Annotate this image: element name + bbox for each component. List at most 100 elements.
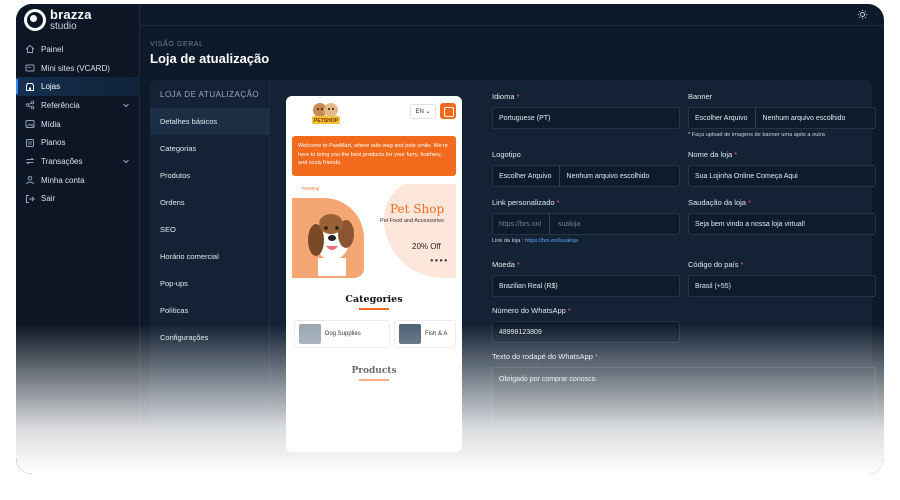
codigo-pais-field: Código do país * Brasil (+55) xyxy=(688,260,876,297)
sidebar-item-planos[interactable]: Planos xyxy=(16,133,140,152)
subnav-item-horario-comercial[interactable]: Horário comercial xyxy=(150,243,269,270)
store-form: Idioma * Portuguese (PT) Banner Escolher… xyxy=(484,80,876,430)
idioma-label: Idioma * xyxy=(492,92,520,101)
language-value: EN xyxy=(415,108,424,115)
sidebar-item-minha-conta[interactable]: Minha conta xyxy=(16,171,140,190)
whatsapp-field: Número do WhatsApp * 48998123809 xyxy=(492,306,680,343)
welcome-message: Welcome to PawMart, where tails wag and … xyxy=(292,136,456,176)
language-select[interactable]: EN ⌄ xyxy=(410,104,436,119)
banner-field: Banner Escolher Arquivo Nenhum arquivo e… xyxy=(688,92,876,138)
banner-choose-button[interactable]: Escolher Arquivo xyxy=(695,108,756,128)
app-window: brazza studio Painel Mini sites (VCARD) … xyxy=(16,4,884,474)
subnav-item-pop-ups[interactable]: Pop-ups xyxy=(150,270,269,297)
plans-icon xyxy=(26,138,34,147)
banner-subtitle: Pet Food and Accessories xyxy=(380,218,444,224)
subnav-item-politicas[interactable]: Políticas xyxy=(150,297,269,324)
brand-name: brazza xyxy=(50,7,92,22)
moeda-label-text: Moeda xyxy=(492,260,515,269)
moeda-label: Moeda * xyxy=(492,260,520,269)
banner-offer: 20% Off xyxy=(412,242,441,251)
link-input[interactable]: https://brs.onl sualoja xyxy=(492,213,680,235)
chevron-down-icon xyxy=(123,159,129,164)
image-icon xyxy=(25,120,35,129)
link-field: Link personalizado * https://brs.onl sua… xyxy=(492,198,680,244)
nome-loja-input[interactable]: Sua Lojinha Online Começa Aqui xyxy=(688,165,876,187)
rodape-textarea[interactable]: Obrigado por comprar conosco. xyxy=(492,367,876,423)
categories-underline xyxy=(359,308,389,310)
logotipo-file-name: Nenhum arquivo escolhido xyxy=(566,172,650,180)
subnav-item-produtos[interactable]: Produtos xyxy=(150,162,269,189)
rodape-field: Texto do rodapé do WhatsApp * Obrigado p… xyxy=(492,352,876,423)
sidebar-item-midia[interactable]: Mídia xyxy=(16,115,140,134)
banner-brand: PetShop xyxy=(302,186,320,191)
preview-header: PETSHOP EN ⌄ xyxy=(286,96,462,130)
dog-illustration xyxy=(308,214,354,276)
moeda-select[interactable]: Brazilian Real (R$) xyxy=(492,275,680,297)
category-label: Fish & A xyxy=(425,331,448,337)
codigo-pais-select[interactable]: Brasil (+55) xyxy=(688,275,876,297)
idioma-select[interactable]: Portuguese (PT) xyxy=(492,107,680,129)
saudacao-label-text: Saudação da loja xyxy=(688,198,746,207)
store-link[interactable]: https://brs.onl/sualoja xyxy=(525,238,578,244)
subnav-item-seo[interactable]: SEO xyxy=(150,216,269,243)
subnav-item-detalhes-basicos[interactable]: Detalhes básicos xyxy=(150,108,269,135)
subnav-item-categorias[interactable]: Categorias xyxy=(150,135,269,162)
sidebar-item-painel[interactable]: Painel xyxy=(16,40,140,59)
card-icon xyxy=(25,64,35,72)
brazza-logo-icon xyxy=(24,9,46,31)
sidebar-item-transacoes[interactable]: Transações xyxy=(16,152,140,171)
subnav-item-configuracoes[interactable]: Configurações xyxy=(150,324,269,351)
brand-logo[interactable]: brazza studio xyxy=(24,8,92,32)
category-label: Dog Supplies xyxy=(325,331,361,337)
link-slug[interactable]: sualoja xyxy=(550,221,580,228)
sidebar-item-label: Mídia xyxy=(41,119,61,129)
products-underline xyxy=(359,379,389,381)
rodape-label: Texto do rodapé do WhatsApp * xyxy=(492,352,598,361)
sidebar-item-referencia[interactable]: Referência xyxy=(16,96,140,115)
transactions-icon xyxy=(25,158,35,165)
sidebar-item-label: Mini sites (VCARD) xyxy=(41,63,110,73)
logotipo-file-input[interactable]: Escolher Arquivo Nenhum arquivo escolhid… xyxy=(492,165,680,187)
stage: brazza studio Painel Mini sites (VCARD) … xyxy=(0,0,900,500)
rodape-label-text: Texto do rodapé do WhatsApp xyxy=(492,352,593,361)
categories-row: Dog Supplies Fish & A xyxy=(294,320,462,348)
petshop-logo: PETSHOP xyxy=(312,103,340,124)
sidebar: brazza studio Painel Mini sites (VCARD) … xyxy=(16,4,140,474)
breadcrumb: VISÃO GERAL xyxy=(150,41,204,48)
nome-loja-label-text: Nome da loja xyxy=(688,150,733,159)
sidebar-item-label: Minha conta xyxy=(41,175,85,185)
sun-icon[interactable] xyxy=(857,9,868,20)
brand-sub: studio xyxy=(50,21,77,32)
cart-bag-icon[interactable] xyxy=(440,103,456,119)
sidebar-item-sair[interactable]: Sair xyxy=(16,190,140,209)
logotipo-choose-button[interactable]: Escolher Arquivo xyxy=(499,166,560,186)
home-icon xyxy=(25,45,35,54)
logout-icon xyxy=(26,194,35,203)
subnav-item-ordens[interactable]: Ordens xyxy=(150,189,269,216)
banner-file-name: Nenhum arquivo escolhido xyxy=(762,114,846,122)
saudacao-input[interactable]: Seja bem vindo a nossa loja virtual! xyxy=(688,213,876,235)
category-card[interactable]: Dog Supplies xyxy=(294,320,390,348)
whatsapp-input[interactable]: 48998123809 xyxy=(492,321,680,343)
brand-text: brazza studio xyxy=(50,8,92,32)
user-icon xyxy=(26,176,34,185)
preview-banner: PetShop Pet Shop Pet Food and Accessorie… xyxy=(292,184,456,280)
category-thumb xyxy=(299,324,321,344)
saudacao-field: Saudação da loja * Seja bem vindo a noss… xyxy=(688,198,876,235)
category-card[interactable]: Fish & A xyxy=(394,320,456,348)
sidebar-item-label: Sair xyxy=(41,194,56,204)
sidebar-item-mini-sites[interactable]: Mini sites (VCARD) xyxy=(16,59,140,78)
sidebar-item-lojas[interactable]: Lojas xyxy=(16,77,140,97)
banner-hint: * Faça upload de imagens de banner uma a… xyxy=(688,132,825,138)
banner-file-input[interactable]: Escolher Arquivo Nenhum arquivo escolhid… xyxy=(688,107,876,129)
moeda-field: Moeda * Brazilian Real (R$) xyxy=(492,260,680,297)
link-prefix: https://brs.onl xyxy=(499,214,551,234)
link-hint: Link da loja : https://brs.onl/sualoja xyxy=(492,238,680,244)
top-bar xyxy=(140,4,884,26)
banner-label: Banner xyxy=(688,92,713,101)
link-label: Link personalizado * xyxy=(492,198,560,207)
petshop-logo-text: PETSHOP xyxy=(314,118,339,124)
nome-loja-field: Nome da loja * Sua Lojinha Online Começa… xyxy=(688,150,876,187)
saudacao-label: Saudação da loja * xyxy=(688,198,751,207)
whatsapp-label: Número do WhatsApp * xyxy=(492,306,571,315)
